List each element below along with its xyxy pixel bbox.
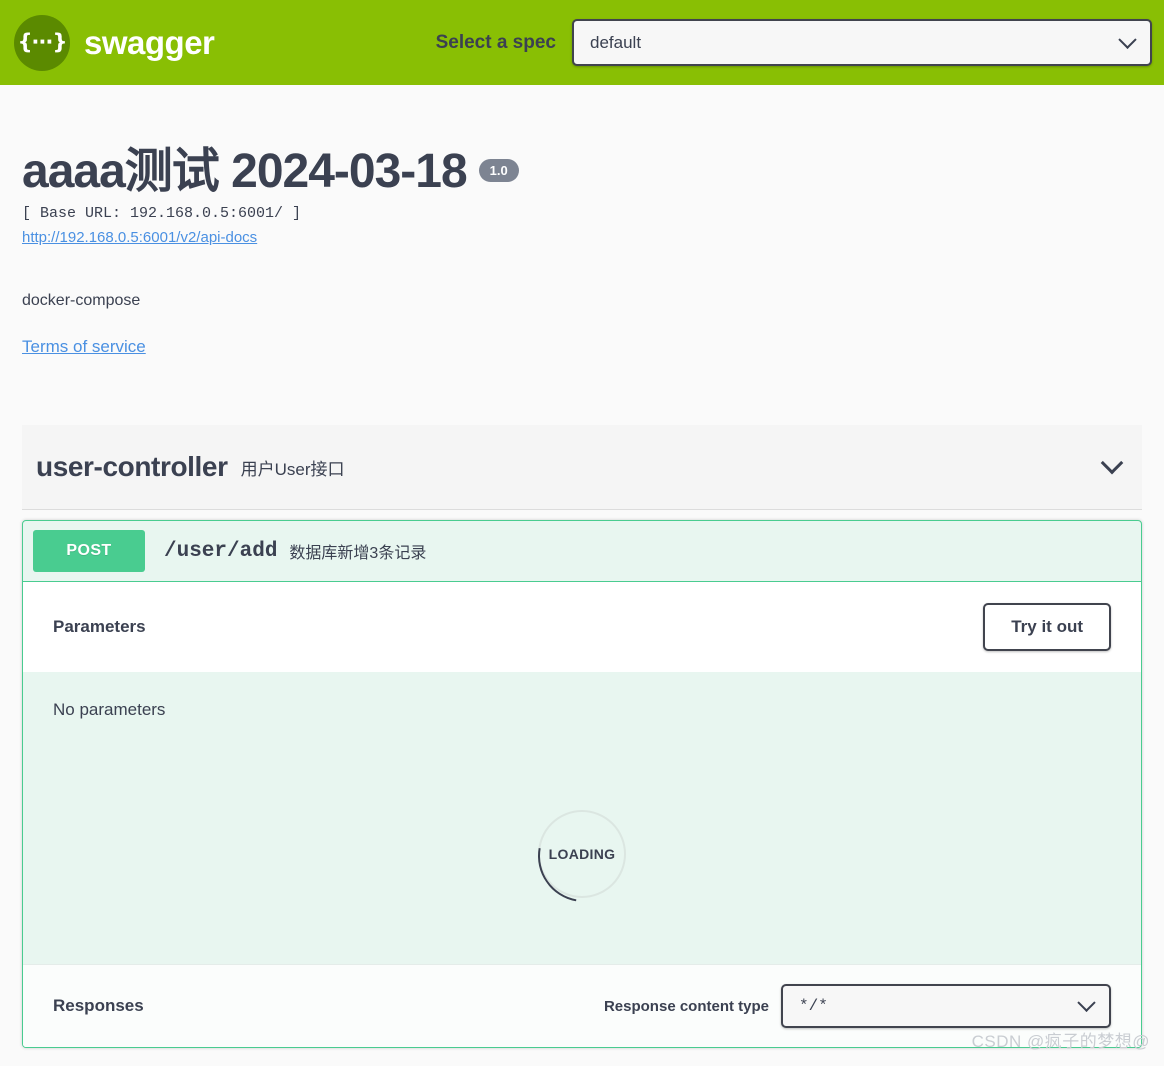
response-content-type-value: */* (799, 997, 828, 1016)
tag-section-user-controller: user-controller 用户User接口 POST /user/add … (22, 425, 1142, 1049)
loading-spinner-icon: LOADING (538, 810, 626, 899)
api-docs-link[interactable]: http://192.168.0.5:6001/v2/api-docs (22, 229, 257, 246)
swagger-braces-icon: {∙∙∙} (14, 14, 70, 71)
title-row: aaaa测试 2024-03-18 1.0 (22, 145, 1142, 198)
chevron-down-icon (1118, 30, 1137, 49)
page-title: aaaa测试 2024-03-18 (22, 145, 468, 198)
swagger-logo-text: swagger (84, 23, 215, 61)
chevron-down-icon (1077, 993, 1096, 1013)
select-a-spec-label: Select a spec (435, 31, 556, 53)
no-parameters-text: No parameters (53, 700, 166, 720)
operation-post-user-add: POST /user/add 数据库新增3条记录 Parameters Try … (22, 520, 1142, 1049)
spec-select[interactable]: default (572, 19, 1152, 66)
responses-title: Responses (53, 996, 144, 1016)
http-method-badge: POST (33, 530, 145, 573)
swagger-logo[interactable]: {∙∙∙} swagger (14, 14, 215, 71)
version-badge: 1.0 (478, 159, 519, 182)
spec-select-value: default (590, 32, 642, 52)
topbar: {∙∙∙} swagger Select a spec default (0, 0, 1164, 85)
spec-selector-area: Select a spec default (436, 19, 1152, 66)
operation-path: /user/add (164, 539, 278, 563)
response-content-type-label: Response content type (603, 997, 769, 1015)
parameters-body: No parameters LOADING (23, 672, 1141, 965)
loading-indicator: LOADING (23, 810, 1141, 899)
api-description: docker-compose (22, 292, 141, 310)
parameters-title: Parameters (53, 617, 146, 637)
page-content: aaaa测试 2024-03-18 1.0 [ Base URL: 192.16… (0, 85, 1164, 1049)
loading-label: LOADING (548, 846, 616, 863)
operation-body: Parameters Try it out No parameters LOAD… (23, 581, 1141, 1048)
base-url: [ Base URL: 192.168.0.5:6001/ ] (22, 205, 302, 223)
tag-header[interactable]: user-controller 用户User接口 (22, 425, 1142, 511)
operation-summary-text: 数据库新增3条记录 (289, 545, 427, 563)
response-content-type-select[interactable]: */* (781, 984, 1111, 1029)
terms-of-service-link[interactable]: Terms of service (22, 337, 146, 357)
tag-description: 用户User接口 (240, 459, 345, 479)
api-info-block: aaaa测试 2024-03-18 1.0 [ Base URL: 192.16… (22, 85, 1142, 357)
try-it-out-button[interactable]: Try it out (983, 603, 1111, 652)
tag-name: user-controller (36, 451, 228, 483)
chevron-down-icon[interactable] (1100, 452, 1124, 475)
operation-summary-row[interactable]: POST /user/add 数据库新增3条记录 (23, 521, 1141, 581)
responses-header: Responses Response content type */* (23, 964, 1141, 1048)
parameters-header: Parameters Try it out (23, 582, 1141, 673)
